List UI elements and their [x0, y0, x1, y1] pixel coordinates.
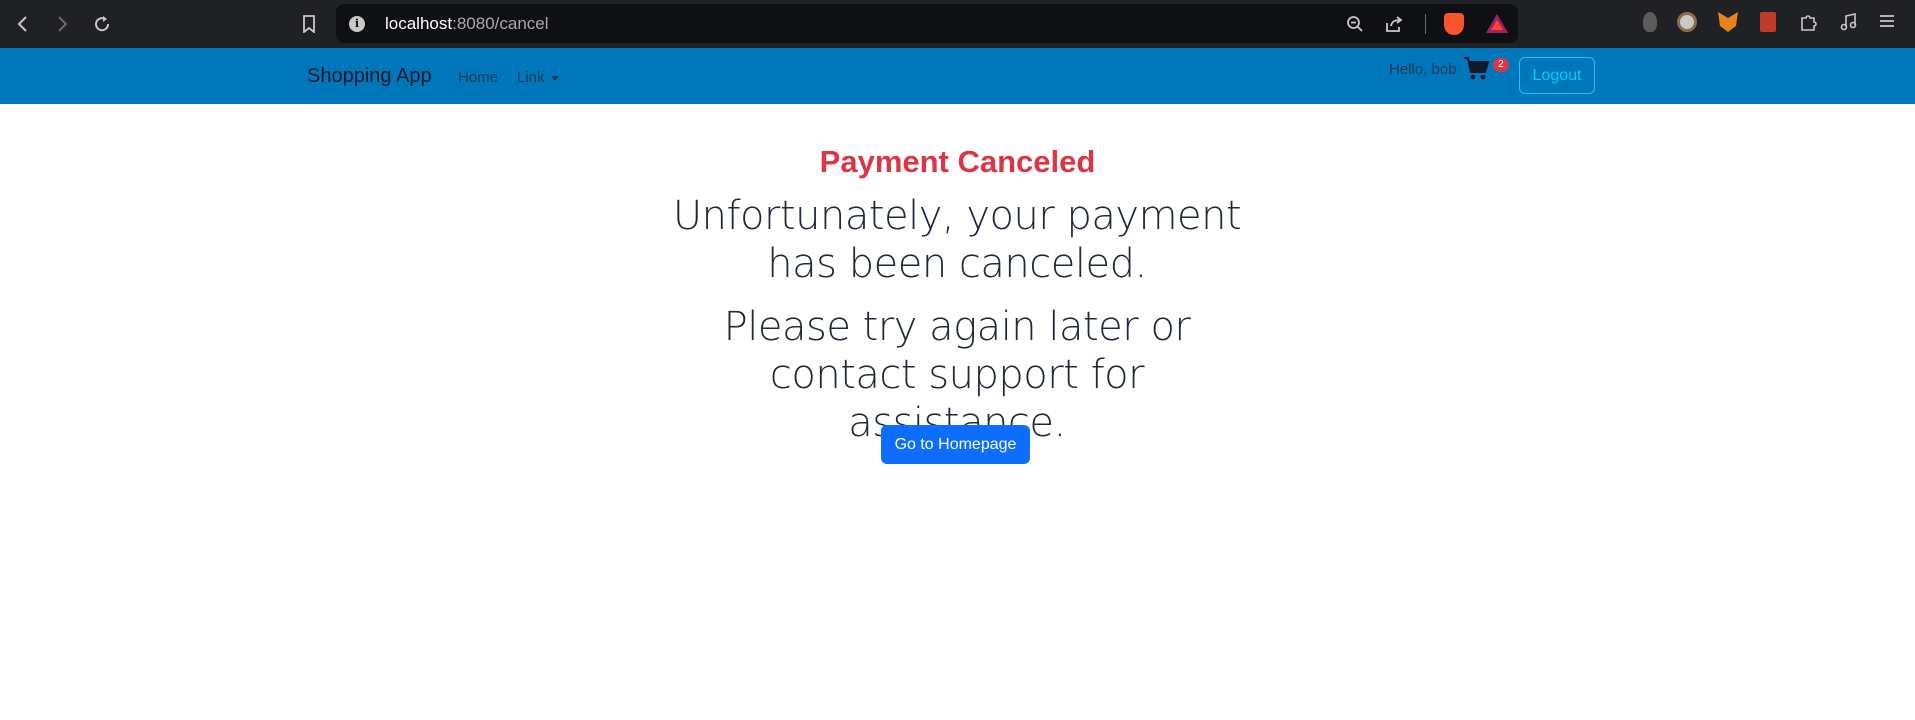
bookmark-icon[interactable]	[295, 10, 323, 38]
browser-toolbar: i localhost:8080/cancel	[0, 0, 1915, 48]
site-info-icon[interactable]: i	[349, 16, 365, 32]
app-navbar: Shopping App Home Link Hello, bob 2 Logo…	[0, 48, 1915, 104]
url-text[interactable]: localhost:8080/cancel	[385, 14, 549, 34]
brave-shields-icon[interactable]	[1444, 13, 1464, 35]
user-greeting: Hello, bob	[1389, 61, 1457, 78]
url-path: :8080/cancel	[452, 14, 549, 33]
metamask-fox-icon[interactable]	[1718, 12, 1738, 32]
navbar-brand[interactable]: Shopping App	[307, 65, 432, 88]
cancel-message: Unfortunately, your payment has been can…	[672, 193, 1242, 287]
media-music-icon[interactable]	[1838, 12, 1858, 32]
logout-button[interactable]: Logout	[1519, 57, 1595, 94]
menu-icon[interactable]	[1878, 12, 1898, 32]
nav-link-dropdown[interactable]: Link	[517, 69, 559, 86]
extension-bug-icon[interactable]	[1643, 12, 1657, 32]
address-bar[interactable]: i localhost:8080/cancel	[336, 4, 1518, 43]
page-title: Payment Canceled	[819, 144, 1096, 179]
zoom-out-icon[interactable]	[1346, 15, 1364, 38]
extension-owl-icon[interactable]	[1677, 12, 1697, 32]
reload-icon[interactable]	[88, 10, 116, 38]
cart-count-badge: 2	[1493, 58, 1509, 72]
nav-link-label: Link	[517, 69, 545, 86]
cart-icon[interactable]	[1463, 56, 1491, 82]
url-host: localhost	[385, 14, 453, 33]
nav-home-link[interactable]: Home	[458, 69, 498, 86]
back-icon[interactable]	[9, 10, 37, 38]
brave-rewards-icon[interactable]	[1486, 14, 1508, 33]
forward-icon[interactable]	[48, 10, 76, 38]
caret-down-icon	[550, 75, 559, 81]
go-to-homepage-button[interactable]: Go to Homepage	[881, 425, 1030, 464]
share-icon[interactable]	[1385, 15, 1403, 38]
toolbar-divider	[1425, 14, 1426, 34]
extensions-puzzle-icon[interactable]	[1798, 12, 1818, 32]
extension-book-icon[interactable]	[1760, 12, 1776, 32]
